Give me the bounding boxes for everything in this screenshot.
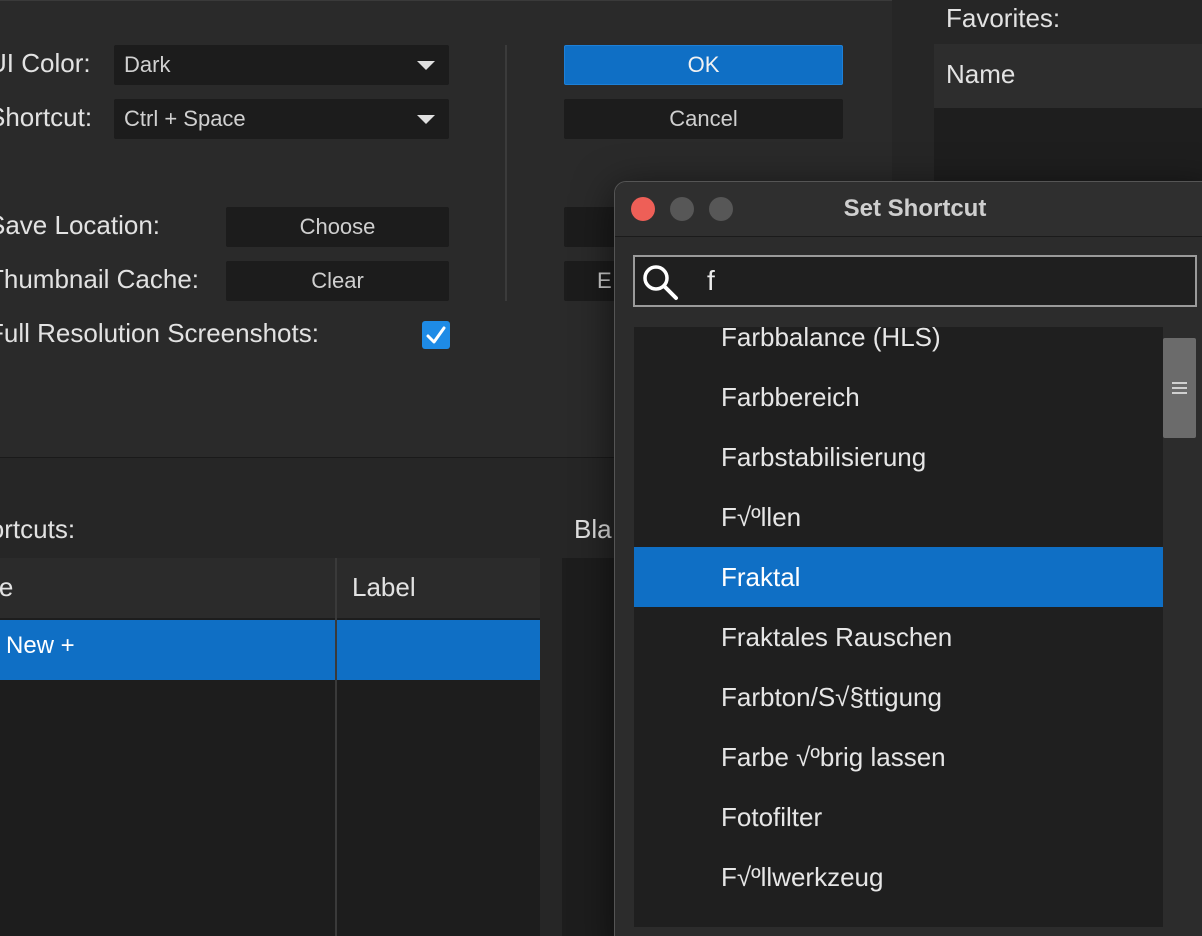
search-input[interactable]: f xyxy=(707,257,715,305)
ui-color-label: UI Color: xyxy=(0,48,91,78)
table-row[interactable] xyxy=(0,620,540,680)
list-item[interactable]: Fotofilter xyxy=(634,787,1163,847)
choose-button[interactable]: Choose xyxy=(226,207,449,247)
results-list: Farbbalance (HLS) Farbbereich Farbstabil… xyxy=(634,327,1163,927)
blacklist-list xyxy=(562,558,622,936)
blacklist-section-label: Bla xyxy=(574,514,612,544)
ui-color-value: Dark xyxy=(124,52,171,77)
screen: UI Color: Dark Shortcut: Ctrl + Space Sa… xyxy=(0,0,1202,936)
list-item[interactable]: Farben Skizzen... xyxy=(634,907,1163,927)
cancel-button[interactable]: Cancel xyxy=(564,99,843,139)
table-row-name: New + xyxy=(6,632,75,659)
list-item[interactable]: F√ºllen xyxy=(634,487,1163,547)
column-separator[interactable] xyxy=(335,558,337,936)
list-item[interactable]: Farbe √ºbrig lassen xyxy=(634,727,1163,787)
full-resolution-checkbox[interactable] xyxy=(422,321,450,349)
favorites-column-name[interactable]: Name xyxy=(946,61,1015,87)
column-header-label[interactable]: Label xyxy=(352,574,416,600)
ok-button[interactable]: OK xyxy=(564,45,843,85)
grip-icon xyxy=(1172,382,1187,397)
clear-cache-button[interactable]: Clear xyxy=(226,261,449,301)
search-field[interactable]: f xyxy=(633,255,1197,307)
favorites-section-label: Favorites: xyxy=(946,3,1061,33)
ui-color-dropdown[interactable]: Dark xyxy=(114,45,449,85)
chevron-down-icon xyxy=(417,115,435,124)
checkmark-icon xyxy=(426,326,446,344)
divider xyxy=(505,45,507,301)
search-icon xyxy=(643,265,678,300)
list-item[interactable]: F√ºllwerkzeug xyxy=(634,847,1163,907)
shortcut-label: Shortcut: xyxy=(0,102,93,132)
list-item[interactable]: Farbton/S√§ttigung xyxy=(634,667,1163,727)
list-item-selected[interactable]: Fraktal xyxy=(634,547,1163,607)
scrollbar-thumb[interactable] xyxy=(1163,338,1196,438)
save-location-label: Save Location: xyxy=(0,210,161,240)
dialog-titlebar[interactable]: Set Shortcut xyxy=(615,182,1202,237)
list-item[interactable]: Farbbereich xyxy=(634,367,1163,427)
list-item[interactable]: Fraktales Rauschen xyxy=(634,607,1163,667)
list-item[interactable]: Farbbalance (HLS) xyxy=(634,327,1163,367)
shortcuts-section-label: Shortcuts: xyxy=(0,514,76,544)
shortcut-dropdown[interactable]: Ctrl + Space xyxy=(114,99,449,139)
column-header-name[interactable]: Name xyxy=(0,574,13,600)
shortcut-value: Ctrl + Space xyxy=(124,106,246,131)
set-shortcut-dialog: Set Shortcut f Farbbalance (HLS) Farbber… xyxy=(614,181,1202,936)
export-button-label: E xyxy=(597,268,612,293)
thumbnail-cache-label: Thumbnail Cache: xyxy=(0,264,199,294)
dialog-title: Set Shortcut xyxy=(843,195,987,222)
full-resolution-label: Full Resolution Screenshots: xyxy=(0,318,319,348)
shortcuts-table-header xyxy=(0,558,540,618)
list-item[interactable]: Farbstabilisierung xyxy=(634,427,1163,487)
chevron-down-icon xyxy=(417,61,435,70)
